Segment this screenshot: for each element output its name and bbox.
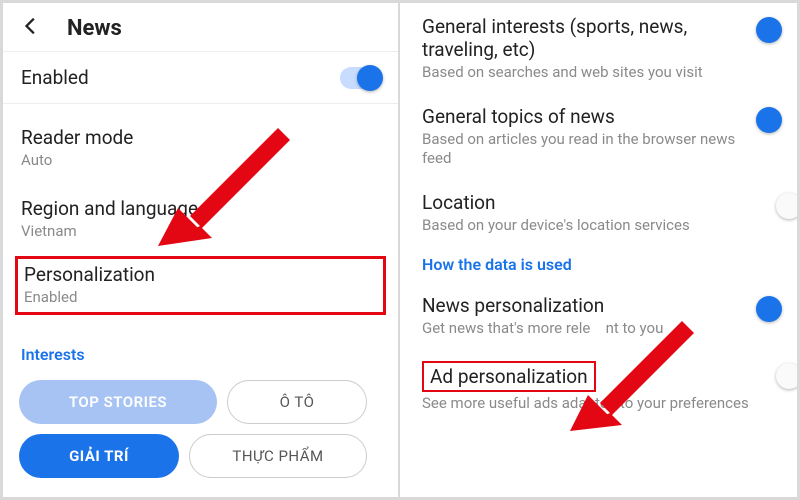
- location-label: Location: [422, 191, 765, 214]
- personalization-label: Personalization: [24, 263, 377, 286]
- reader-mode-value: Auto: [21, 151, 380, 169]
- region-label: Region and language: [21, 197, 380, 220]
- personalization-value: Enabled: [24, 288, 377, 306]
- location-sub: Based on your device's location services: [422, 216, 765, 236]
- chip-oto[interactable]: Ô TÔ: [227, 380, 367, 424]
- reader-mode-row[interactable]: Reader mode Auto: [3, 104, 398, 179]
- personalization-highlight: Personalization Enabled: [15, 256, 386, 315]
- how-data-used-link[interactable]: How the data is used: [422, 247, 779, 284]
- interests-section: Interests: [3, 315, 398, 374]
- general-interests-sub: Based on searches and web sites you visi…: [422, 63, 765, 83]
- personalization-detail-panel: General interests (sports, news, traveli…: [400, 3, 797, 497]
- back-icon[interactable]: [21, 15, 43, 41]
- general-interests-label: General interests (sports, news, traveli…: [422, 15, 765, 61]
- page-title: News: [67, 16, 122, 41]
- news-personalization-row[interactable]: News personalization Get news that's mor…: [422, 284, 779, 351]
- reader-mode-label: Reader mode: [21, 126, 380, 149]
- chip-giaitri[interactable]: GIẢI TRÍ: [19, 434, 179, 478]
- interest-chips: TOP STORIES Ô TÔ GIẢI TRÍ THỰC PHẨM: [3, 374, 398, 496]
- ad-personalization-row[interactable]: Ad personalization See more useful ads a…: [422, 351, 779, 418]
- chip-thucpham[interactable]: THỰC PHẨM: [189, 434, 367, 478]
- region-value: Vietnam: [21, 222, 380, 240]
- ad-personalization-highlight: Ad personalization: [422, 361, 765, 392]
- enabled-label: Enabled: [21, 66, 89, 89]
- general-topics-label: General topics of news: [422, 105, 765, 128]
- general-topics-sub: Based on articles you read in the browse…: [422, 130, 765, 169]
- news-personalization-label: News personalization: [422, 294, 765, 317]
- ad-personalization-label: Ad personalization: [422, 361, 596, 392]
- news-personalization-sub: Get news that's more relevant to you: [422, 319, 765, 339]
- general-topics-row[interactable]: General topics of news Based on articles…: [422, 95, 779, 181]
- region-row[interactable]: Region and language Vietnam: [3, 179, 398, 250]
- personalization-row[interactable]: Personalization Enabled: [24, 263, 377, 306]
- ad-personalization-sub: See more useful ads adapted to your pref…: [422, 394, 765, 414]
- general-interests-row[interactable]: General interests (sports, news, traveli…: [422, 5, 779, 95]
- enabled-toggle[interactable]: [340, 67, 380, 89]
- location-row[interactable]: Location Based on your device's location…: [422, 181, 779, 248]
- news-settings-panel: News Enabled Reader mode Auto Region and…: [3, 3, 400, 497]
- chip-top-stories[interactable]: TOP STORIES: [19, 380, 217, 424]
- header: News: [3, 3, 398, 52]
- enabled-row[interactable]: Enabled: [3, 52, 398, 104]
